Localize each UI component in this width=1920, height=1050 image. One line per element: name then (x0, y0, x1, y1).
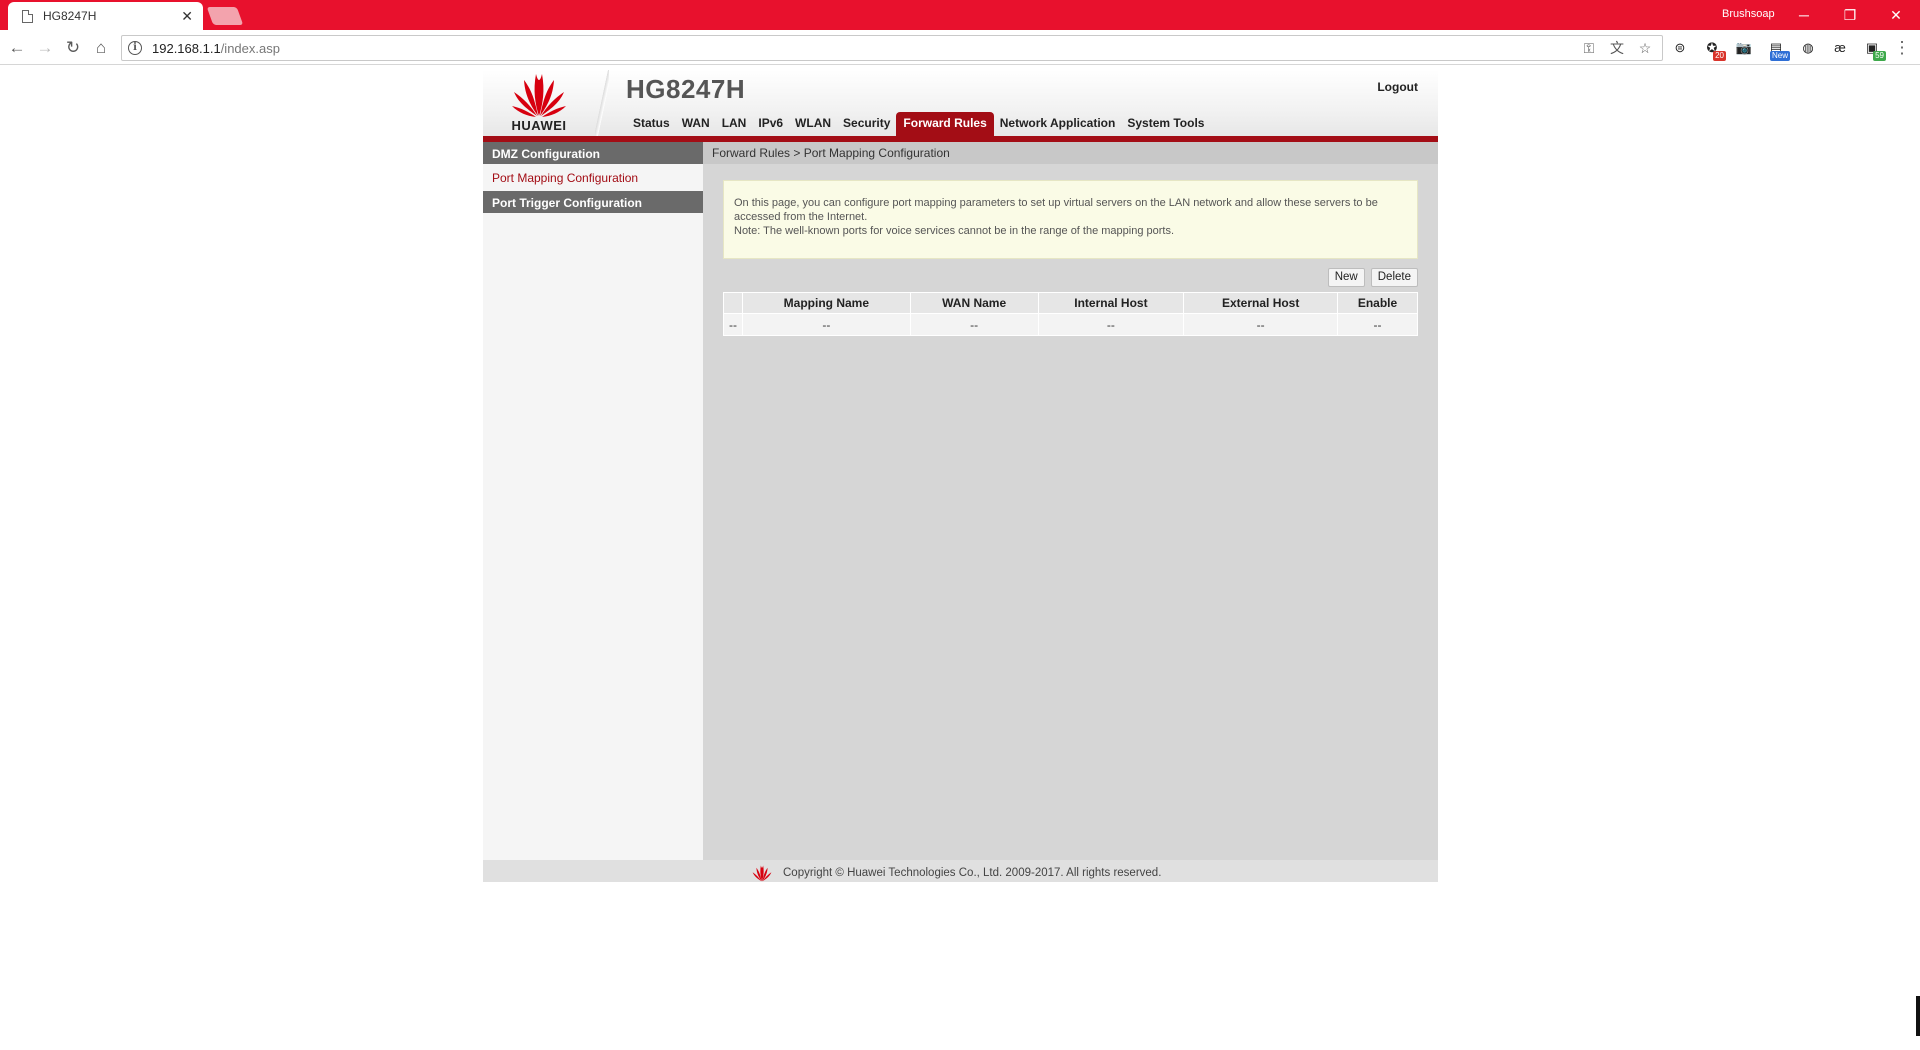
header-divider (595, 70, 609, 136)
delete-button[interactable]: Delete (1370, 268, 1418, 287)
main-nav: Status WAN LAN IPv6 WLAN Security Forward Rule… (627, 112, 1210, 136)
e-icon[interactable]: ⊜ (1668, 37, 1692, 59)
translate-icon[interactable]: 文 (1608, 39, 1626, 57)
footer: Copyright © Huawei Technologies Co., Ltd… (483, 860, 1438, 882)
url-path: /index.asp (220, 40, 280, 56)
ae-extension-icon[interactable]: æ (1828, 37, 1852, 59)
browser-titlebar: HG8247H ✕ Brushsoap ─ ❐ ✕ (0, 0, 1920, 30)
green-extension-59-icon-badge: 59 (1873, 51, 1886, 61)
tab-title: HG8247H (43, 9, 97, 23)
chrome-extension-20-icon-badge: 20 (1713, 51, 1726, 61)
column-header-mapping-name: Mapping Name (741, 292, 911, 314)
notice-note: Note: The well-known ports for voice ser… (734, 225, 1175, 237)
sidebar-item-dmz[interactable]: DMZ Configuration (483, 142, 703, 166)
action-buttons: New Delete (1327, 268, 1418, 287)
tab-close-icon[interactable]: ✕ (181, 9, 193, 23)
nav-wan[interactable]: WAN (676, 112, 716, 136)
huawei-flower-icon (512, 74, 566, 117)
nav-network-application[interactable]: Network Application (994, 112, 1122, 136)
ae-extension-icon-glyph: æ (1834, 40, 1846, 55)
port-mapping-table: Mapping Name WAN Name Internal Host Exte… (723, 292, 1418, 336)
notice-text: On this page, you can configure port map… (734, 197, 1378, 223)
column-header-internal-host: Internal Host (1037, 292, 1185, 314)
brand-text: HUAWEI (511, 118, 567, 133)
url-host: 192.168.1.1 (152, 40, 221, 56)
green-extension-59-icon[interactable]: ▣ 59 (1860, 37, 1886, 61)
router-page: HUAWEI HG8247H Logout Status WAN LAN IPv6 WL… (483, 70, 1438, 882)
nav-forward-rules[interactable]: Forward Rules (896, 112, 994, 136)
camera-icon[interactable]: 📷 (1732, 37, 1756, 59)
info-icon[interactable]: i (128, 41, 142, 55)
info-notice: On this page, you can configure port map… (723, 180, 1418, 259)
router-header: HUAWEI HG8247H Logout Status WAN LAN IPv6 WL… (483, 70, 1438, 136)
sidebar: DMZ Configuration Port Mapping Configura… (483, 142, 703, 860)
column-header-external-host: External Host (1183, 292, 1339, 314)
chrome-extension-20-icon[interactable]: ✪ 20 (1700, 37, 1726, 61)
cell-mapping-name: -- (741, 313, 911, 336)
cell-enable: -- (1337, 313, 1418, 336)
back-arrow-icon[interactable]: ← (5, 36, 29, 60)
huawei-logo: HUAWEI (503, 70, 575, 136)
news-extension-icon[interactable]: ▤ New (1764, 37, 1790, 61)
content-area: Forward Rules > Port Mapping Configurati… (703, 142, 1438, 860)
reload-icon[interactable]: ↻ (61, 36, 85, 60)
orange-extension-icon[interactable]: ◍ (1796, 37, 1820, 59)
profile-name[interactable]: Brushsoap (1722, 8, 1775, 20)
sidebar-item-port-mapping[interactable]: Port Mapping Configuration (483, 166, 703, 191)
extensions-area: ⊜ ✪ 20 📷 ▤ New ◍ æ ▣ 59 (1668, 37, 1886, 61)
logout-link[interactable]: Logout (1377, 80, 1418, 94)
browser-toolbar: ← → ↻ ⌂ i 192.168.1.1 /index.asp ⚿ 文 ☆ ⊜… (0, 30, 1920, 65)
edge-marker (1916, 996, 1920, 1036)
huawei-footer-logo-icon (752, 865, 772, 882)
document-icon (22, 9, 33, 23)
nav-security[interactable]: Security (837, 112, 896, 136)
column-header-enable: Enable (1337, 292, 1418, 314)
menu-dots-icon[interactable]: ⋮ (1890, 36, 1914, 60)
address-bar[interactable]: i 192.168.1.1 /index.asp ⚿ 文 ☆ (121, 35, 1663, 61)
nav-wlan[interactable]: WLAN (789, 112, 837, 136)
orange-extension-icon-glyph: ◍ (1802, 40, 1814, 55)
sidebar-item-port-trigger[interactable]: Port Trigger Configuration (483, 191, 703, 215)
cell-wan-name: -- (909, 313, 1039, 336)
breadcrumb: Forward Rules > Port Mapping Configurati… (703, 142, 1438, 164)
nav-status[interactable]: Status (627, 112, 676, 136)
forward-arrow-icon[interactable]: → (33, 36, 57, 60)
minimize-button[interactable]: ─ (1789, 4, 1819, 26)
table-row[interactable]: -- -- -- -- -- -- (723, 313, 1418, 336)
nav-system-tools[interactable]: System Tools (1121, 112, 1210, 136)
key-icon[interactable]: ⚿ (1580, 39, 1598, 57)
column-header-select (723, 292, 743, 314)
new-button[interactable]: New (1327, 268, 1365, 287)
e-icon-glyph: ⊜ (1674, 40, 1686, 55)
browser-tab[interactable]: HG8247H ✕ (8, 2, 203, 30)
nav-ipv6[interactable]: IPv6 (752, 112, 789, 136)
cell-select: -- (723, 313, 743, 336)
restore-button[interactable]: ❐ (1835, 4, 1865, 26)
nav-lan[interactable]: LAN (716, 112, 753, 136)
home-icon[interactable]: ⌂ (89, 36, 113, 60)
model-title: HG8247H (626, 74, 746, 104)
news-extension-icon-badge: New (1769, 51, 1790, 61)
cell-internal-host: -- (1037, 313, 1185, 336)
table-header-row: Mapping Name WAN Name Internal Host Exte… (723, 292, 1418, 314)
star-icon[interactable]: ☆ (1636, 39, 1654, 57)
close-window-button[interactable]: ✕ (1881, 4, 1911, 26)
new-tab-button[interactable] (206, 7, 244, 25)
camera-icon-glyph: 📷 (1735, 40, 1753, 55)
cell-external-host: -- (1183, 313, 1339, 336)
column-header-wan-name: WAN Name (909, 292, 1039, 314)
copyright-text: Copyright © Huawei Technologies Co., Ltd… (783, 867, 1162, 879)
